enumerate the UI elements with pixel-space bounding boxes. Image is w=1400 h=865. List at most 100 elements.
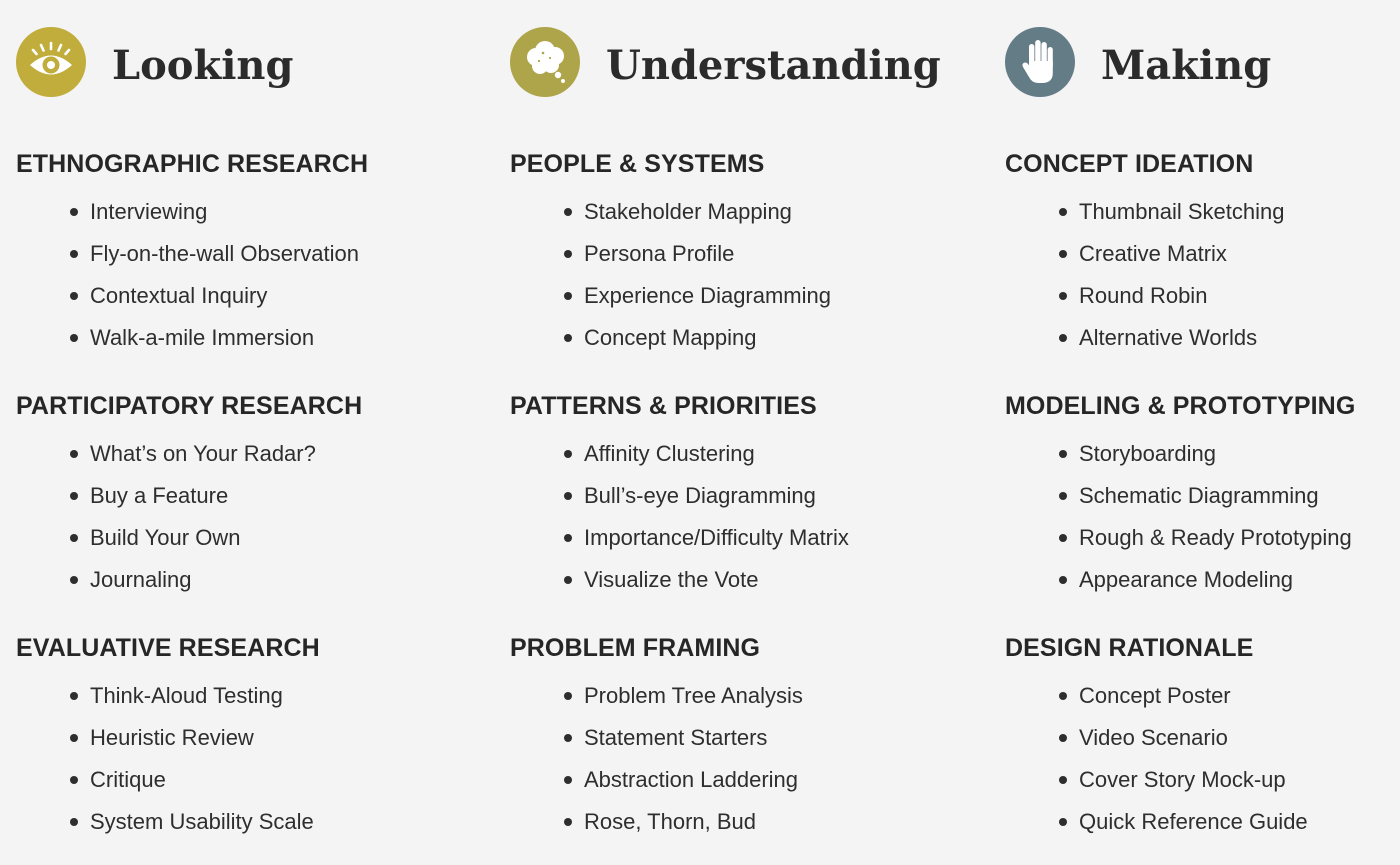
section-heading: PARTICIPATORY RESEARCH (16, 392, 363, 420)
bullet-icon (564, 576, 572, 584)
bullet-icon (70, 292, 78, 300)
list-item-label: Contextual Inquiry (90, 283, 268, 308)
column-title: Understanding (606, 42, 941, 89)
bullet-icon (1059, 334, 1067, 342)
list-item-label: Fly-on-the-wall Observation (90, 241, 359, 266)
list-item: Schematic Diagramming (1005, 478, 1400, 520)
list-item-label: Appearance Modeling (1079, 567, 1294, 592)
section-heading: DESIGN RATIONALE (1005, 634, 1254, 662)
list-item: Bull’s-eye Diagramming (510, 478, 980, 520)
list-item: Concept Mapping (510, 320, 980, 362)
list-item-label: Stakeholder Mapping (584, 199, 792, 224)
section-ethnographic-research: ETHNOGRAPHIC RESEARCH Interviewing Fly-o… (16, 146, 486, 362)
section-heading: PEOPLE & SYSTEMS (510, 150, 765, 178)
list-item: Rough & Ready Prototyping (1005, 520, 1400, 562)
bullet-icon (564, 734, 572, 742)
bullet-icon (70, 492, 78, 500)
list-item-label: Rough & Ready Prototyping (1079, 525, 1352, 550)
list-item: Quick Reference Guide (1005, 804, 1400, 846)
bullet-icon (70, 776, 78, 784)
list-item-label: Affinity Clustering (584, 441, 755, 466)
list-item: Visualize the Vote (510, 562, 980, 604)
list-item: Fly-on-the-wall Observation (16, 236, 486, 278)
bullet-icon (564, 776, 572, 784)
list-item: Stakeholder Mapping (510, 194, 980, 236)
bullet-icon (1059, 576, 1067, 584)
list-item: Problem Tree Analysis (510, 678, 980, 720)
eye-icon (16, 27, 86, 97)
bullet-icon (70, 534, 78, 542)
list-item-label: What’s on Your Radar? (90, 441, 316, 466)
list-item-label: Statement Starters (584, 725, 768, 750)
bullet-icon (564, 692, 572, 700)
method-list: Problem Tree Analysis Statement Starters… (510, 678, 980, 846)
list-item: Critique (16, 762, 486, 804)
list-item-label: Alternative Worlds (1079, 325, 1258, 350)
methods-overview: Looking ETHNOGRAPHIC RESEARCH Interviewi… (0, 0, 1400, 865)
column-title: Looking (112, 42, 294, 89)
column-header: Making (1005, 27, 1400, 99)
list-item-label: Problem Tree Analysis (584, 683, 803, 708)
bullet-icon (564, 492, 572, 500)
section-design-rationale: DESIGN RATIONALE Concept Poster Video Sc… (1005, 630, 1400, 846)
list-item: Rose, Thorn, Bud (510, 804, 980, 846)
bullet-icon (1059, 776, 1067, 784)
list-item-label: Think-Aloud Testing (90, 683, 283, 708)
list-item-label: Interviewing (90, 199, 208, 224)
method-list: Affinity Clustering Bull’s-eye Diagrammi… (510, 436, 980, 604)
list-item-label: Abstraction Laddering (584, 767, 799, 792)
list-item-label: Build Your Own (90, 525, 241, 550)
column-header: Looking (16, 27, 486, 99)
method-list: What’s on Your Radar? Buy a Feature Buil… (16, 436, 486, 604)
list-item-label: Schematic Diagramming (1079, 483, 1319, 508)
section-heading: EVALUATIVE RESEARCH (16, 634, 320, 662)
list-item-label: Bull’s-eye Diagramming (584, 483, 816, 508)
list-item: Round Robin (1005, 278, 1400, 320)
method-list: Thumbnail Sketching Creative Matrix Roun… (1005, 194, 1400, 362)
list-item: Buy a Feature (16, 478, 486, 520)
bullet-icon (70, 734, 78, 742)
list-item-label: Quick Reference Guide (1079, 809, 1308, 834)
list-item: Contextual Inquiry (16, 278, 486, 320)
section-participatory-research: PARTICIPATORY RESEARCH What’s on Your Ra… (16, 388, 486, 604)
list-item-label: Heuristic Review (90, 725, 254, 750)
list-item: Thumbnail Sketching (1005, 194, 1400, 236)
list-item-label: Storyboarding (1079, 441, 1216, 466)
bullet-icon (1059, 492, 1067, 500)
bullet-icon (70, 334, 78, 342)
list-item: Cover Story Mock-up (1005, 762, 1400, 804)
section-people-systems: PEOPLE & SYSTEMS Stakeholder Mapping Per… (510, 146, 980, 362)
bullet-icon (564, 292, 572, 300)
list-item: Heuristic Review (16, 720, 486, 762)
list-item: System Usability Scale (16, 804, 486, 846)
list-item-label: Experience Diagramming (584, 283, 831, 308)
bullet-icon (564, 818, 572, 826)
list-item-label: Critique (90, 767, 166, 792)
method-list: Stakeholder Mapping Persona Profile Expe… (510, 194, 980, 362)
list-item: Build Your Own (16, 520, 486, 562)
list-item: Abstraction Laddering (510, 762, 980, 804)
method-list: Storyboarding Schematic Diagramming Roug… (1005, 436, 1400, 604)
list-item-label: Thumbnail Sketching (1079, 199, 1285, 224)
list-item: Video Scenario (1005, 720, 1400, 762)
list-item-label: System Usability Scale (90, 809, 314, 834)
list-item-label: Buy a Feature (90, 483, 229, 508)
list-item-label: Importance/Difficulty Matrix (584, 525, 849, 550)
list-item: Interviewing (16, 194, 486, 236)
list-item: Storyboarding (1005, 436, 1400, 478)
section-heading: PROBLEM FRAMING (510, 634, 761, 662)
bullet-icon (1059, 450, 1067, 458)
section-heading: MODELING & PROTOTYPING (1005, 392, 1356, 420)
list-item-label: Creative Matrix (1079, 241, 1227, 266)
list-item: Journaling (16, 562, 486, 604)
list-item-label: Concept Mapping (584, 325, 757, 350)
bullet-icon (70, 818, 78, 826)
bullet-icon (70, 208, 78, 216)
column-header: Understanding (510, 27, 980, 99)
bullet-icon (70, 250, 78, 258)
section-evaluative-research: EVALUATIVE RESEARCH Think-Aloud Testing … (16, 630, 486, 846)
list-item: Concept Poster (1005, 678, 1400, 720)
bullet-icon (1059, 734, 1067, 742)
list-item: What’s on Your Radar? (16, 436, 486, 478)
bullet-icon (1059, 818, 1067, 826)
